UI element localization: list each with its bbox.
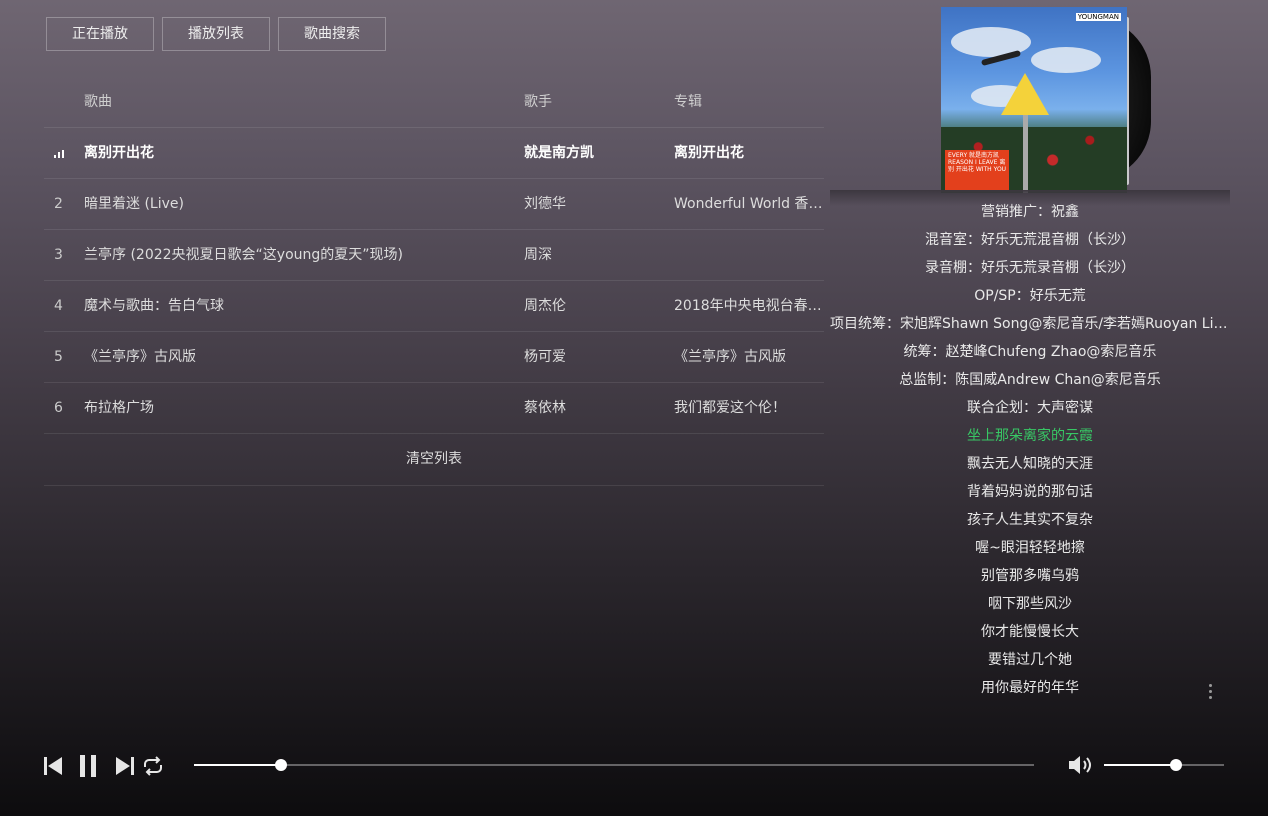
- tab-bar: 正在播放 播放列表 歌曲搜索: [46, 17, 386, 51]
- lyric-line: 咽下那些风沙: [988, 596, 1072, 612]
- progress-handle[interactable]: [275, 759, 288, 771]
- lyric-line: 要错过几个她: [988, 652, 1072, 668]
- table-row[interactable]: 5 《兰亭序》古风版 杨可爱 《兰亭序》古风版: [44, 332, 824, 383]
- row-song: 离别开出花: [84, 145, 154, 161]
- lyric-line: 总监制：陈国威Andrew Chan@索尼音乐: [899, 372, 1161, 388]
- volume-slider[interactable]: [1104, 759, 1224, 771]
- lyric-line: 联合企划：大声密谋: [967, 400, 1093, 416]
- skip-next-icon[interactable]: [114, 753, 136, 779]
- lyric-line: 背着妈妈说的那句话: [967, 484, 1093, 500]
- cover-brand-logo: YOUNGMAN: [1075, 13, 1121, 21]
- table-row[interactable]: 离别开出花 就是南方凯 离别开出花: [44, 128, 824, 179]
- table-row[interactable]: 3 兰亭序 (2022央视夏日歌会“这young的夏天”现场) 周深: [44, 230, 824, 281]
- player-controls: [42, 752, 165, 780]
- sign-pole: [1023, 115, 1028, 193]
- row-artist[interactable]: 就是南方凯: [524, 128, 664, 178]
- row-album[interactable]: 我们都爱这个伦！: [674, 383, 824, 433]
- row-album[interactable]: 《兰亭序》古风版: [674, 332, 824, 382]
- warning-sign: [1001, 73, 1049, 115]
- row-artist[interactable]: 杨可爱: [524, 332, 664, 382]
- lyrics-panel[interactable]: 营销推广：祝鑫 混音室：好乐无荒混音棚（长沙） 录音棚：好乐无荒录音棚（长沙） OP/…: [830, 198, 1230, 704]
- lyrics-list: 营销推广：祝鑫 混音室：好乐无荒混音棚（长沙） 录音棚：好乐无荒录音棚（长沙） OP/…: [830, 198, 1230, 702]
- lyric-line: 孩子人生其实不复杂: [967, 512, 1093, 528]
- album-cover: YOUNGMAN EVERY 就是南方凯 REASON I LEAVE 离别 开…: [941, 7, 1127, 193]
- table-header: 歌曲 歌手 专辑: [44, 77, 824, 128]
- row-index: [54, 128, 74, 178]
- row-index: 3: [54, 247, 63, 263]
- row-song: 暗里着迷 (Live): [84, 196, 184, 212]
- playlist-table: 歌曲 歌手 专辑 离别开出花 就是南方凯 离别开出花 2 暗里着迷 (Live)…: [44, 77, 824, 486]
- lyric-line: 用你最好的年华: [981, 680, 1079, 696]
- album-cover-area: YOUNGMAN EVERY 就是南方凯 REASON I LEAVE 离别 开…: [941, 7, 1153, 193]
- volume-icon[interactable]: [1067, 753, 1093, 781]
- lyric-line: 喔~眼泪轻轻地擦: [975, 540, 1085, 556]
- table-row[interactable]: 2 暗里着迷 (Live) 刘德华 Wonderful World 香港演唱会: [44, 179, 824, 230]
- row-song: 兰亭序 (2022央视夏日歌会“这young的夏天”现场): [84, 247, 403, 263]
- table-row[interactable]: 4 魔术与歌曲：告白气球 周杰伦 2018年中央电视台春节联欢晚会: [44, 281, 824, 332]
- lyric-line: OP/SP：好乐无荒: [974, 288, 1086, 304]
- row-index: 2: [54, 196, 63, 212]
- row-index: 5: [54, 349, 63, 365]
- lyric-line: 统筹：赵楚峰Chufeng Zhao@索尼音乐: [903, 344, 1157, 360]
- tab-playlist[interactable]: 播放列表: [162, 17, 270, 51]
- progress-fill: [194, 764, 282, 766]
- tab-song-search[interactable]: 歌曲搜索: [278, 17, 386, 51]
- repeat-icon[interactable]: [141, 753, 165, 779]
- lyric-line: 飘去无人知晓的天涯: [967, 456, 1093, 472]
- row-artist[interactable]: 刘德华: [524, 179, 664, 229]
- row-index: 6: [54, 400, 63, 416]
- progress-bar[interactable]: [194, 759, 1034, 771]
- table-row[interactable]: 6 布拉格广场 蔡依林 我们都爱这个伦！: [44, 383, 824, 434]
- column-header-song: 歌曲: [84, 94, 112, 110]
- row-song: 布拉格广场: [84, 400, 154, 416]
- lyric-line: 录音棚：好乐无荒录音棚（长沙）: [925, 260, 1135, 276]
- row-song: 《兰亭序》古风版: [84, 349, 196, 365]
- column-header-album: 专辑: [674, 94, 702, 110]
- skip-previous-icon[interactable]: [42, 753, 64, 779]
- row-artist[interactable]: 蔡依林: [524, 383, 664, 433]
- lyric-line: 你才能慢慢长大: [981, 624, 1079, 640]
- row-song: 魔术与歌曲：告白气球: [84, 298, 224, 314]
- row-album[interactable]: 离别开出花: [674, 128, 824, 178]
- more-options-icon[interactable]: [1205, 684, 1215, 702]
- column-header-artist: 歌手: [524, 94, 552, 110]
- row-index: 4: [54, 298, 63, 314]
- row-artist[interactable]: 周深: [524, 230, 664, 280]
- volume-fill: [1104, 764, 1176, 766]
- row-artist[interactable]: 周杰伦: [524, 281, 664, 331]
- volume-handle[interactable]: [1170, 759, 1182, 771]
- pause-icon[interactable]: [77, 753, 99, 779]
- lyric-line-current: 坐上那朵离家的云霞: [967, 428, 1093, 444]
- clear-list-button[interactable]: 清空列表: [44, 434, 824, 486]
- row-album[interactable]: 2018年中央电视台春节联欢晚会: [674, 281, 824, 331]
- cover-title-block: EVERY 就是南方凯 REASON I LEAVE 离别 开出花 WITH Y…: [945, 150, 1009, 190]
- lyric-line: 混音室：好乐无荒混音棚（长沙）: [925, 232, 1135, 248]
- now-playing-icon: [54, 148, 64, 158]
- lyric-line: 别管那多嘴乌鸦: [981, 568, 1079, 584]
- lyrics-fade: [830, 190, 1230, 206]
- row-album[interactable]: Wonderful World 香港演唱会: [674, 179, 824, 229]
- tab-now-playing[interactable]: 正在播放: [46, 17, 154, 51]
- lyric-line: 项目统筹：宋旭辉Shawn Song@索尼音乐/李若嫣Ruoyan Li@索尼音…: [830, 316, 1230, 332]
